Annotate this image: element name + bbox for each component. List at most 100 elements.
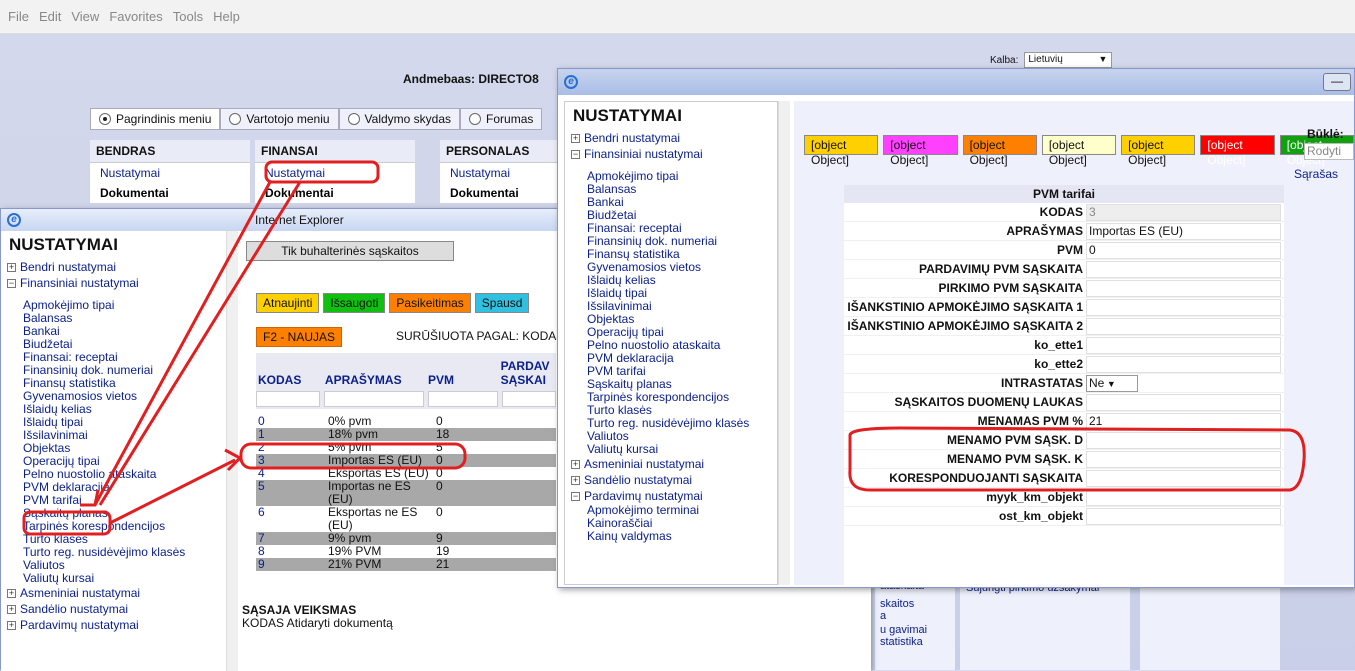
table-cell[interactable]: 3 <box>256 454 326 467</box>
bg-menu-item[interactable]: statistika <box>875 636 955 648</box>
sidebar-item[interactable]: Kainų valdymas <box>565 530 777 543</box>
toolbar-button[interactable]: [object Object] <box>1121 135 1196 167</box>
tree-group[interactable]: + Bendri nustatymai <box>1 259 226 275</box>
table-row[interactable]: 9 21% PVM 21 <box>256 558 556 571</box>
minimize-icon[interactable]: — <box>1323 73 1351 91</box>
toolbar-button[interactable]: [object Object] <box>1200 135 1275 167</box>
language-select[interactable]: Lietuvių <box>1024 52 1113 68</box>
tab-0[interactable]: Pagrindinis meniu <box>90 108 221 130</box>
tree-group[interactable]: + Asmeniniai nustatymai <box>565 456 777 472</box>
tree-group[interactable]: − Finansiniai nustatymai <box>1 275 226 291</box>
expand-icon[interactable]: + <box>571 475 580 485</box>
tab-2[interactable]: Valdymo skydas <box>338 108 461 130</box>
filter-input[interactable] <box>428 391 498 407</box>
sidebar-scrollbar[interactable] <box>778 101 790 585</box>
tree-group[interactable]: + Sandėlio nustatymai <box>1 601 226 617</box>
expand-icon[interactable]: + <box>7 620 16 630</box>
column-header[interactable]: PARDAV SĄSKAI <box>499 357 556 389</box>
ie-menu-item[interactable]: File <box>8 9 29 24</box>
field-input[interactable] <box>1086 336 1281 354</box>
ie-menu-item[interactable]: View <box>71 9 99 24</box>
field-input[interactable]: 0 <box>1086 241 1281 259</box>
table-cell[interactable]: 0 <box>256 415 326 428</box>
table-row[interactable]: 8 19% PVM 19 <box>256 545 556 558</box>
expand-icon[interactable]: + <box>7 262 16 272</box>
table-cell[interactable]: 2 <box>256 441 326 454</box>
table-row[interactable]: 5 Importas ne ES (EU) 0 <box>256 480 556 506</box>
field-input[interactable]: Importas ES (EU) <box>1086 222 1281 240</box>
table-cell[interactable]: 9 <box>256 558 326 571</box>
tree-group[interactable]: + Sandėlio nustatymai <box>565 472 777 488</box>
field-input[interactable] <box>1086 469 1281 487</box>
tree-group[interactable]: − Finansiniai nustatymai <box>565 146 777 162</box>
table-cell[interactable]: 8 <box>256 545 326 558</box>
new-button[interactable]: F2 - NAUJAS <box>256 327 343 347</box>
field-input[interactable] <box>1086 355 1281 373</box>
ie-menu-item[interactable]: Help <box>213 9 240 24</box>
toolbar-button[interactable]: [object Object] <box>1041 135 1117 167</box>
bg-menu-item[interactable]: a <box>875 610 955 622</box>
tree-group[interactable]: + Asmeniniai nustatymai <box>1 585 226 601</box>
column-item[interactable]: Dokumentai <box>255 183 415 203</box>
expand-icon[interactable]: + <box>571 133 580 143</box>
column-item[interactable]: Nustatymai <box>90 163 250 183</box>
expand-icon[interactable]: + <box>7 604 16 614</box>
expand-icon[interactable]: + <box>571 459 580 469</box>
column-item[interactable]: Dokumentai <box>90 183 250 203</box>
field-input[interactable] <box>1086 317 1281 335</box>
filter-input[interactable] <box>256 391 320 407</box>
table-cell[interactable]: 4 <box>256 467 326 480</box>
field-input[interactable] <box>1086 507 1281 525</box>
column-item[interactable]: Nustatymai <box>255 163 415 183</box>
toolbar-button[interactable]: Spausd <box>474 293 530 313</box>
ie-menu-item[interactable]: Edit <box>39 9 61 24</box>
status-select[interactable]: Rodyti <box>1304 143 1354 160</box>
field-input[interactable]: 21 <box>1086 412 1281 430</box>
ie-menu-item[interactable]: Favorites <box>109 9 162 24</box>
collapse-icon[interactable]: − <box>571 491 580 501</box>
field-input[interactable]: 3 <box>1086 203 1281 221</box>
tree-group[interactable]: + Bendri nustatymai <box>565 130 777 146</box>
toolbar-button[interactable]: Išsaugoti <box>323 293 386 313</box>
list-link[interactable]: Sąrašas <box>1294 167 1338 181</box>
filter-input[interactable] <box>501 391 557 407</box>
toolbar-button[interactable]: [object Object] <box>962 135 1037 167</box>
radio-icon[interactable] <box>347 113 360 125</box>
tab-1[interactable]: Vartotojo meniu <box>220 108 339 130</box>
tab-3[interactable]: Forumas <box>460 108 543 130</box>
table-cell[interactable]: 1 <box>256 428 326 441</box>
bg-menu-item[interactable]: u gavimai <box>875 622 955 636</box>
table-row[interactable]: 0 0% pvm 0 <box>256 415 556 428</box>
field-input[interactable] <box>1086 488 1281 506</box>
accounting-only-button[interactable]: Tik buhalterinės sąskaitos <box>246 241 454 261</box>
field-input[interactable] <box>1086 279 1281 297</box>
intrastatas-select[interactable]: Ne ▼ <box>1086 374 1138 392</box>
sidebar-scrollbar[interactable] <box>226 231 238 671</box>
table-cell[interactable]: 6 <box>256 506 326 532</box>
column-header[interactable]: APRAŠYMAS <box>323 371 426 389</box>
table-row[interactable]: 6 Eksportas ne ES (EU) 0 <box>256 506 556 532</box>
field-input[interactable] <box>1086 393 1281 411</box>
table-row[interactable]: 7 9% pvm 9 <box>256 532 556 545</box>
column-header[interactable]: PVM <box>426 371 499 389</box>
toolbar-button[interactable]: [object Object] <box>804 135 879 167</box>
sidebar-item[interactable]: Valiutų kursai <box>565 443 777 456</box>
field-input[interactable] <box>1086 450 1281 468</box>
tree-group[interactable]: + Pardavimų nustatymai <box>1 617 226 633</box>
table-cell[interactable]: 7 <box>256 532 326 545</box>
collapse-icon[interactable]: − <box>7 278 16 288</box>
radio-icon[interactable] <box>229 113 242 125</box>
table-cell[interactable]: 5 <box>256 480 326 506</box>
table-row[interactable]: 1 18% pvm 18 <box>256 428 556 441</box>
column-header[interactable]: KODAS <box>256 371 323 389</box>
tree-group[interactable]: − Pardavimų nustatymai <box>565 488 777 504</box>
ie-menu-item[interactable]: Tools <box>173 9 203 24</box>
toolbar-button[interactable]: [object Object] <box>883 135 958 167</box>
expand-icon[interactable]: + <box>7 588 16 598</box>
field-input[interactable] <box>1086 431 1281 449</box>
radio-icon[interactable] <box>469 113 482 125</box>
sidebar-item[interactable]: Valiutų kursai <box>1 572 226 585</box>
toolbar-button[interactable]: Atnaujinti <box>256 293 320 313</box>
bg-menu-item[interactable]: skaitos <box>875 592 955 610</box>
collapse-icon[interactable]: − <box>571 149 580 159</box>
